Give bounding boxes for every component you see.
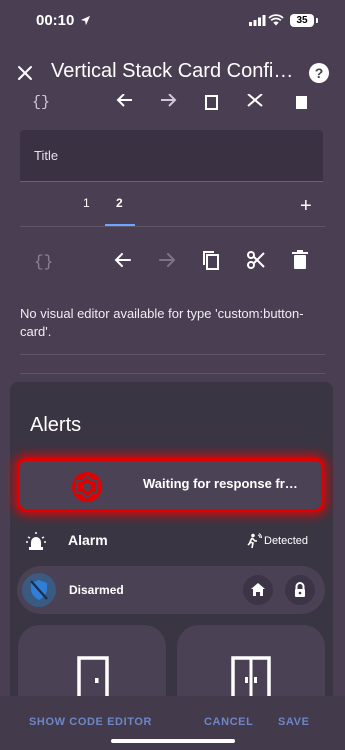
home-indicator [111, 739, 235, 743]
svg-text:{}: {} [32, 94, 50, 110]
arm-home-button[interactable] [243, 575, 273, 605]
plus-icon[interactable]: + [300, 195, 312, 218]
dialog-title: Vertical Stack Card Confi… [51, 60, 294, 82]
wifi-icon [268, 14, 284, 26]
cut-icon[interactable] [246, 250, 266, 270]
battery-tip [316, 18, 318, 23]
cancel-button[interactable]: CANCEL [204, 716, 253, 728]
no-editor-message: No visual editor available for type 'cus… [20, 306, 304, 339]
alarm-panel-row[interactable] [17, 566, 325, 614]
title-input[interactable]: Title [20, 130, 323, 182]
battery-icon: 35 [290, 14, 314, 27]
tab-2[interactable]: 2 [116, 196, 123, 210]
tabs-divider [20, 226, 325, 227]
home-icon [251, 583, 265, 596]
delete-icon[interactable] [291, 250, 309, 270]
close-icon[interactable] [15, 63, 35, 83]
alerts-title: Alerts [30, 414, 82, 436]
disarmed-label: Disarmed [69, 583, 124, 597]
code-braces-icon[interactable]: {} [33, 249, 55, 271]
tab-1[interactable]: 1 [83, 196, 90, 210]
alarm-label: Alarm [68, 532, 108, 548]
title-input-label: Title [34, 148, 59, 163]
title-input-underline [20, 181, 323, 182]
arrow-right-icon [157, 250, 177, 270]
show-code-editor-button[interactable]: SHOW CODE EDITOR [29, 716, 152, 728]
alarm-light-icon [26, 531, 46, 551]
divider [20, 354, 325, 355]
alert-badge-icon [70, 470, 104, 504]
copy-icon[interactable] [201, 250, 221, 270]
shield-off-icon [29, 579, 49, 601]
card-toolbar-partial: {} [20, 94, 325, 110]
divider [20, 373, 325, 374]
help-icon[interactable]: ? [309, 63, 329, 83]
alert-text: Waiting for response fr… [143, 476, 298, 491]
save-button[interactable]: SAVE [278, 716, 310, 728]
lock-icon [295, 582, 305, 597]
arrow-left-icon[interactable] [113, 250, 133, 270]
location-arrow-icon [80, 15, 91, 26]
alarm-status: Detected [264, 535, 309, 547]
signal-icon [249, 15, 266, 26]
status-time: 00:10 [36, 12, 75, 29]
arm-away-button[interactable] [285, 575, 315, 605]
svg-text:{}: {} [34, 253, 53, 271]
motion-detected-icon [246, 533, 262, 549]
